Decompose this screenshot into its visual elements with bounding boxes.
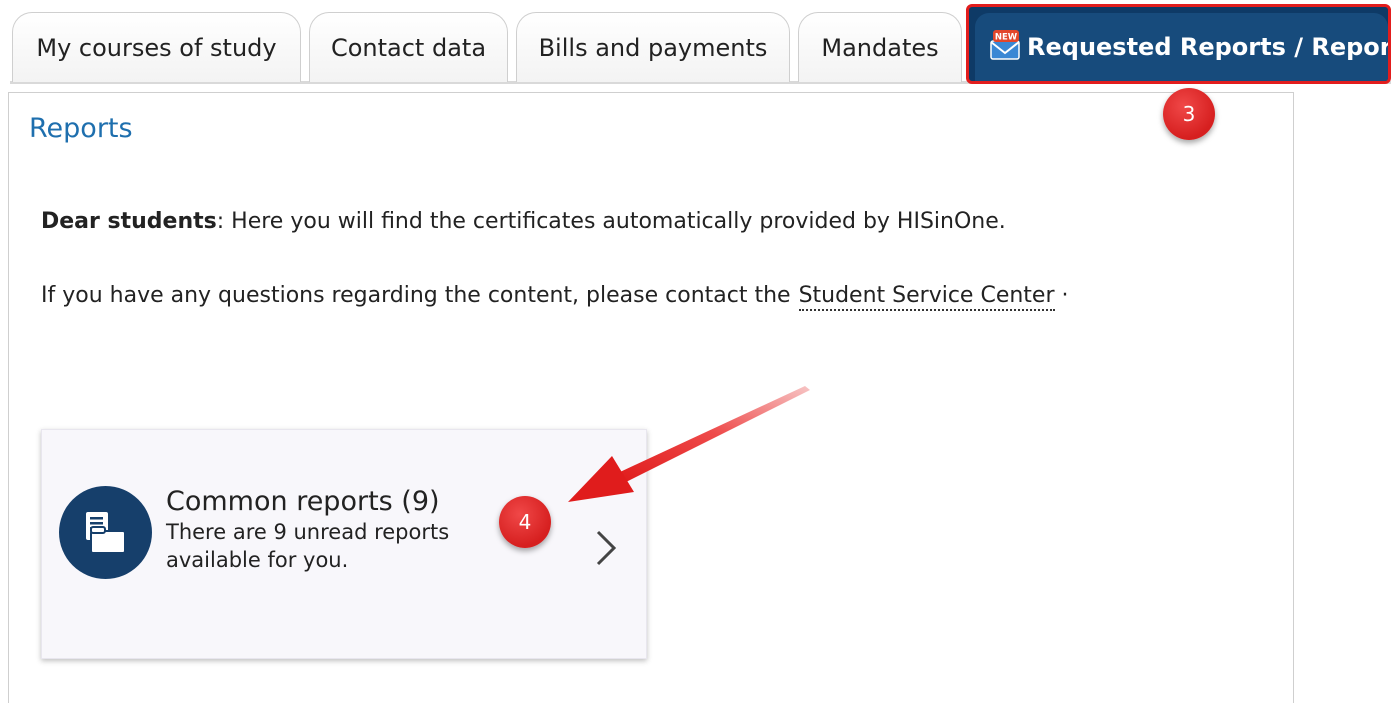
tab-label: Mandates — [821, 33, 939, 62]
tab-requested-reports[interactable]: NEW Requested Reports / Reports — [966, 4, 1391, 84]
common-reports-card[interactable]: Common reports (9) There are 9 unread re… — [41, 429, 647, 659]
student-service-center-link[interactable]: Student Service Center — [798, 283, 1055, 311]
tab-mandates[interactable]: Mandates — [798, 12, 962, 82]
chevron-right-icon[interactable] — [594, 528, 618, 568]
tab-bar: My courses of study Contact data Bills a… — [0, 0, 1391, 84]
tab-label: Requested Reports / Reports — [1027, 33, 1391, 61]
contact-sentence: If you have any questions regarding the … — [41, 283, 791, 308]
tab-label: Bills and payments — [538, 33, 768, 62]
svg-text:NEW: NEW — [995, 33, 1018, 43]
tab-contact-data[interactable]: Contact data — [309, 12, 508, 82]
documents-icon — [59, 486, 152, 579]
intro-rest: : Here you will find the certificates au… — [216, 209, 1006, 234]
tab-my-courses[interactable]: My courses of study — [12, 12, 301, 82]
tab-label: Contact data — [330, 33, 487, 62]
page-title: Reports — [29, 113, 133, 144]
card-description: There are 9 unread reports available for… — [166, 520, 450, 572]
tab-active-body: NEW Requested Reports / Reports — [975, 13, 1388, 81]
tab-label: My courses of study — [36, 33, 277, 62]
step-3-badge: 3 — [1163, 88, 1215, 140]
page: My courses of study Contact data Bills a… — [0, 0, 1391, 703]
step-4-badge: 4 — [499, 496, 551, 548]
intro-bold: Dear students — [41, 209, 217, 234]
tab-bills-payments[interactable]: Bills and payments — [516, 12, 790, 82]
annotation-arrow — [568, 386, 810, 502]
contact-text: If you have any questions regarding the … — [41, 283, 1069, 311]
new-envelope-icon: NEW — [987, 29, 1021, 60]
intro-text: Dear students: Here you will find the ce… — [41, 209, 1006, 234]
contact-end: · — [1054, 283, 1069, 308]
card-title: Common reports (9) — [166, 486, 440, 517]
